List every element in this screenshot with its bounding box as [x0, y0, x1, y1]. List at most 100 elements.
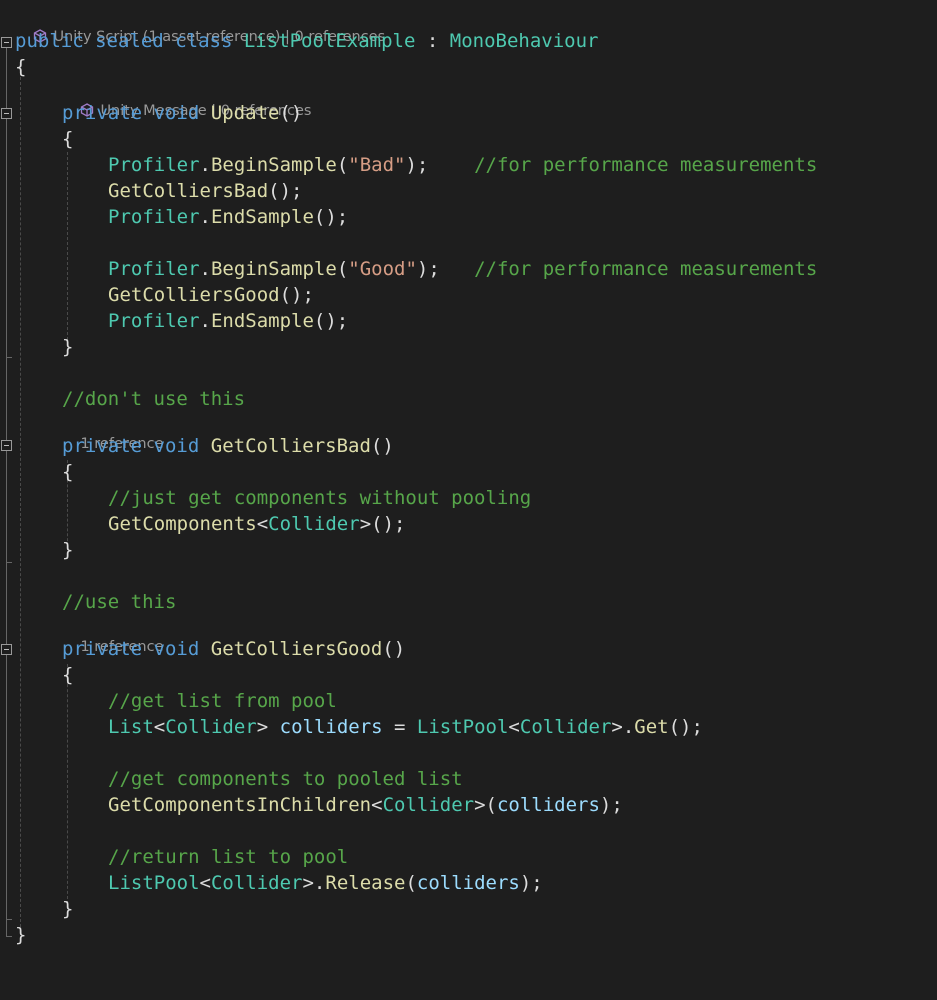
- type-name: Collider: [268, 513, 360, 535]
- punctuation: <: [256, 513, 269, 535]
- punctuation: >.: [611, 716, 635, 738]
- punctuation: >: [256, 716, 280, 738]
- punctuation: <: [371, 794, 383, 816]
- comment: //just get components without pooling: [108, 487, 532, 509]
- punctuation: :: [415, 30, 450, 52]
- method-name: GetColliersGood: [108, 284, 280, 306]
- codelens-update[interactable]: Unity Message | 0 references: [62, 81, 311, 119]
- keyword: sealed: [95, 30, 164, 52]
- code-line-comment: //use this: [0, 589, 937, 615]
- type-name: ListPool: [108, 872, 200, 894]
- code-line-bad-signature: private void GetColliersBad(): [0, 433, 937, 459]
- code-line-call-good: GetColliersGood();: [0, 282, 937, 308]
- code-line-close-brace: }: [0, 896, 937, 922]
- keyword: private: [62, 102, 143, 124]
- codelens-class[interactable]: Unity Script (1 asset reference) | 0 ref…: [15, 7, 385, 45]
- punctuation: ();: [313, 310, 349, 332]
- punctuation: .: [199, 310, 211, 332]
- code-line-begin-sample-bad: Profiler.BeginSample("Bad"); //for perfo…: [0, 152, 937, 178]
- punctuation: (): [382, 638, 406, 660]
- punctuation: );: [599, 794, 623, 816]
- punctuation: (: [336, 154, 349, 176]
- punctuation: );: [405, 154, 475, 176]
- code-line-begin-sample-good: Profiler.BeginSample("Good"); //for perf…: [0, 256, 937, 282]
- method-name: GetColliersBad: [108, 180, 269, 202]
- code-line-comment: //get components to pooled list: [0, 766, 937, 792]
- type-name: Collider: [382, 794, 475, 816]
- code-line-call-bad: GetColliersBad();: [0, 178, 937, 204]
- brace: {: [62, 128, 74, 150]
- brace: }: [62, 539, 74, 561]
- method-name: Release: [325, 872, 406, 894]
- punctuation: ();: [279, 284, 314, 306]
- code-line-end-sample: Profiler.EndSample();: [0, 204, 937, 230]
- method-name: Update: [210, 102, 280, 124]
- code-line-good-signature: private void GetColliersGood(): [0, 636, 937, 662]
- punctuation: >(: [474, 794, 497, 816]
- code-line-open-brace: {: [0, 459, 937, 485]
- codelens-get-colliers-good[interactable]: 1 reference: [62, 617, 163, 655]
- punctuation: );: [519, 872, 543, 894]
- string-literal: "Bad": [348, 154, 406, 176]
- punctuation: =: [382, 716, 417, 738]
- punctuation: ();: [268, 180, 303, 202]
- code-line-close-brace: }: [0, 537, 937, 563]
- variable-name: colliders: [496, 794, 600, 816]
- code-line-comment: //get list from pool: [0, 688, 937, 714]
- brace: {: [62, 461, 74, 483]
- comment: //for performance measurements: [474, 258, 818, 280]
- type-name: Profiler: [108, 206, 200, 228]
- punctuation: (: [336, 258, 349, 280]
- comment: //for performance measurements: [474, 154, 818, 176]
- method-name: GetComponentsInChildren: [108, 794, 372, 816]
- comment: //don't use this: [62, 388, 246, 410]
- code-line-list-release: ListPool<Collider>.Release(colliders);: [0, 870, 937, 896]
- comment: //return list to pool: [108, 846, 349, 868]
- punctuation: );: [416, 258, 475, 280]
- keyword: public: [15, 30, 84, 52]
- comment: //get list from pool: [108, 690, 337, 712]
- brace: {: [62, 664, 74, 686]
- variable-name: colliders: [279, 716, 383, 738]
- keyword: private: [62, 435, 143, 457]
- brace: }: [62, 898, 74, 920]
- punctuation: <: [199, 872, 211, 894]
- method-name: BeginSample: [210, 154, 337, 176]
- code-line-comment: //return list to pool: [0, 844, 937, 870]
- code-line-get-components-in-children: GetComponentsInChildren<Collider>(collid…: [0, 792, 937, 818]
- class-name: ListPoolExample: [243, 30, 416, 52]
- brace: }: [15, 924, 27, 946]
- method-name: GetComponents: [108, 513, 257, 535]
- punctuation: (: [405, 872, 417, 894]
- punctuation: >();: [359, 513, 406, 535]
- comment: //get components to pooled list: [108, 768, 463, 790]
- keyword: void: [153, 102, 200, 124]
- code-line-update-signature: private void Update(): [0, 100, 937, 126]
- brace: {: [15, 56, 27, 78]
- code-line-end-sample: Profiler.EndSample();: [0, 308, 937, 334]
- variable-name: colliders: [416, 872, 520, 894]
- punctuation: .: [199, 206, 211, 228]
- codelens-get-colliers-bad[interactable]: 1 reference: [62, 414, 163, 452]
- code-editor[interactable]: Unity Script (1 asset reference) | 0 ref…: [0, 0, 937, 950]
- method-name: Get: [634, 716, 669, 738]
- code-line-open-brace: {: [0, 662, 937, 688]
- code-line-open-brace: {: [0, 54, 937, 80]
- method-name: EndSample: [210, 310, 314, 332]
- keyword: void: [153, 435, 200, 457]
- base-class-name: MonoBehaviour: [449, 30, 599, 52]
- method-name: GetColliersGood: [210, 638, 383, 660]
- code-line-close-brace: }: [0, 334, 937, 360]
- keyword: class: [175, 30, 233, 52]
- code-line-get-components: GetComponents<Collider>();: [0, 511, 937, 537]
- punctuation: ();: [668, 716, 703, 738]
- type-name: Collider: [165, 716, 257, 738]
